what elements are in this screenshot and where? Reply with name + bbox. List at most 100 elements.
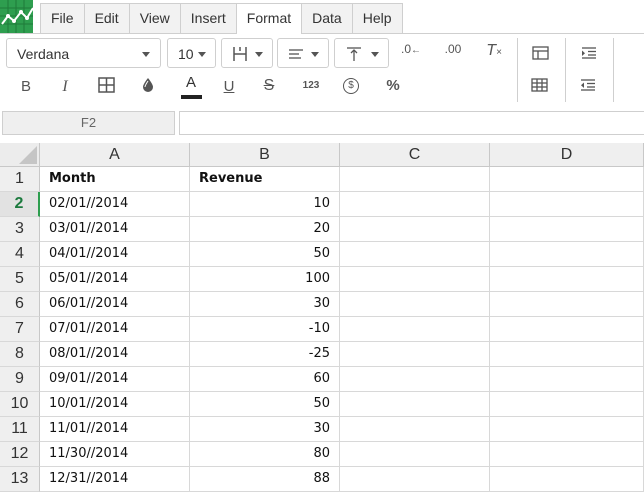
cell-c12[interactable] xyxy=(340,442,490,467)
cell-c3[interactable] xyxy=(340,217,490,242)
cell-a5[interactable]: 05/01//2014 xyxy=(40,267,190,292)
cell-c2[interactable] xyxy=(340,192,490,217)
currency-icon[interactable]: $ xyxy=(343,78,359,94)
row-header[interactable]: 8 xyxy=(0,342,40,367)
cell-a12[interactable]: 11/30//2014 xyxy=(40,442,190,467)
borders-dropdown[interactable] xyxy=(221,38,273,68)
underline-icon[interactable]: U xyxy=(219,78,239,95)
outdent-icon[interactable] xyxy=(580,79,596,91)
column-header-a[interactable]: A xyxy=(40,143,190,167)
formula-input[interactable] xyxy=(179,111,644,135)
cell-c1[interactable] xyxy=(340,167,490,192)
font-family-dropdown[interactable]: Verdana xyxy=(6,38,161,68)
column-header-c[interactable]: C xyxy=(340,143,490,167)
row-header[interactable]: 5 xyxy=(0,267,40,292)
increase-decimals-icon[interactable]: .00 xyxy=(441,42,465,56)
cell-d2[interactable] xyxy=(490,192,644,217)
menu-format[interactable]: Format xyxy=(235,3,302,35)
cell-a13[interactable]: 12/31//2014 xyxy=(40,467,190,492)
cell-d12[interactable] xyxy=(490,442,644,467)
cell-a2[interactable]: 02/01//2014 xyxy=(40,192,190,217)
cell-d13[interactable] xyxy=(490,467,644,492)
row-header[interactable]: 10 xyxy=(0,392,40,417)
row-header[interactable]: 2 xyxy=(0,192,40,217)
column-header-b[interactable]: B xyxy=(190,143,340,167)
menu-edit[interactable]: Edit xyxy=(83,3,129,34)
cell-d11[interactable] xyxy=(490,417,644,442)
number-format-icon[interactable]: 123 xyxy=(299,80,323,91)
text-color-button[interactable]: A xyxy=(180,74,202,100)
cell-d7[interactable] xyxy=(490,317,644,342)
cell-b12[interactable]: 80 xyxy=(190,442,340,467)
cell-c10[interactable] xyxy=(340,392,490,417)
cell-a8[interactable]: 08/01//2014 xyxy=(40,342,190,367)
cell-b4[interactable]: 50 xyxy=(190,242,340,267)
cell-a4[interactable]: 04/01//2014 xyxy=(40,242,190,267)
row-header[interactable]: 7 xyxy=(0,317,40,342)
cell-b13[interactable]: 88 xyxy=(190,467,340,492)
cell-d5[interactable] xyxy=(490,267,644,292)
name-box[interactable]: F2 xyxy=(2,111,175,135)
clear-format-icon[interactable]: T× xyxy=(484,42,504,60)
cell-b10[interactable]: 50 xyxy=(190,392,340,417)
cell-b11[interactable]: 30 xyxy=(190,417,340,442)
cell-a10[interactable]: 10/01//2014 xyxy=(40,392,190,417)
menu-view[interactable]: View xyxy=(128,3,180,34)
row-header[interactable]: 4 xyxy=(0,242,40,267)
merge-cells-icon[interactable] xyxy=(98,77,115,93)
column-header-d[interactable]: D xyxy=(490,143,644,167)
cell-b8[interactable]: -25 xyxy=(190,342,340,367)
cell-d9[interactable] xyxy=(490,367,644,392)
vertical-align-dropdown[interactable] xyxy=(334,38,389,68)
cell-d4[interactable] xyxy=(490,242,644,267)
horizontal-align-dropdown[interactable] xyxy=(277,38,329,68)
cell-a7[interactable]: 07/01//2014 xyxy=(40,317,190,342)
menu-file[interactable]: File xyxy=(40,3,84,34)
cell-c9[interactable] xyxy=(340,367,490,392)
cell-c11[interactable] xyxy=(340,417,490,442)
cell-d3[interactable] xyxy=(490,217,644,242)
row-header[interactable]: 1 xyxy=(0,167,40,192)
cell-b6[interactable]: 30 xyxy=(190,292,340,317)
cell-a1[interactable]: Month xyxy=(40,167,190,192)
cell-a3[interactable]: 03/01//2014 xyxy=(40,217,190,242)
cell-b3[interactable]: 20 xyxy=(190,217,340,242)
row-header[interactable]: 12 xyxy=(0,442,40,467)
cell-d1[interactable] xyxy=(490,167,644,192)
strikethrough-icon[interactable]: S xyxy=(259,77,279,95)
cell-c6[interactable] xyxy=(340,292,490,317)
cell-c5[interactable] xyxy=(340,267,490,292)
font-size-dropdown[interactable]: 10 xyxy=(167,38,216,68)
menu-help[interactable]: Help xyxy=(351,3,403,34)
row-header[interactable]: 11 xyxy=(0,417,40,442)
percent-icon[interactable]: % xyxy=(382,77,404,94)
cell-b9[interactable]: 60 xyxy=(190,367,340,392)
italic-icon[interactable]: I xyxy=(55,78,75,96)
grid-icon[interactable] xyxy=(531,78,548,92)
cell-c4[interactable] xyxy=(340,242,490,267)
cell-a9[interactable]: 09/01//2014 xyxy=(40,367,190,392)
cell-c8[interactable] xyxy=(340,342,490,367)
row-header[interactable]: 3 xyxy=(0,217,40,242)
cell-b5[interactable]: 100 xyxy=(190,267,340,292)
decrease-decimals-icon[interactable]: .0← xyxy=(400,42,422,56)
cell-b2[interactable]: 10 xyxy=(190,192,340,217)
table-icon[interactable] xyxy=(532,46,549,60)
cell-b7[interactable]: -10 xyxy=(190,317,340,342)
row-header[interactable]: 9 xyxy=(0,367,40,392)
row-header[interactable]: 6 xyxy=(0,292,40,317)
menu-insert[interactable]: Insert xyxy=(179,3,236,34)
indent-icon[interactable] xyxy=(581,47,597,59)
cell-d10[interactable] xyxy=(490,392,644,417)
menu-data[interactable]: Data xyxy=(301,3,352,34)
row-header[interactable]: 13 xyxy=(0,467,40,492)
cell-a11[interactable]: 11/01//2014 xyxy=(40,417,190,442)
cell-c13[interactable] xyxy=(340,467,490,492)
bold-icon[interactable]: B xyxy=(16,78,36,95)
select-all-corner[interactable] xyxy=(0,143,40,167)
cell-b1[interactable]: Revenue xyxy=(190,167,340,192)
cell-d8[interactable] xyxy=(490,342,644,367)
fill-color-icon[interactable] xyxy=(140,77,156,93)
cell-d6[interactable] xyxy=(490,292,644,317)
cell-a6[interactable]: 06/01//2014 xyxy=(40,292,190,317)
